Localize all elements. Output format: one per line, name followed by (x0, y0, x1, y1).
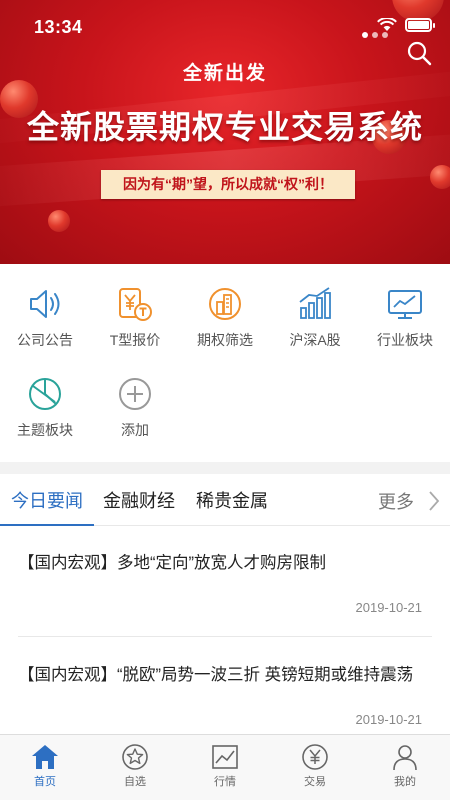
tabbar-market[interactable]: 行情 (180, 743, 270, 789)
tabbar-home[interactable]: 首页 (0, 743, 90, 789)
tabbar-watchlist[interactable]: 自选 (90, 743, 180, 789)
home-icon (32, 745, 58, 769)
quick-menu: 公司公告 T型报价 期权筛选 沪深A股 行业板块 主题板块 添加 (0, 264, 450, 462)
decor-ball (430, 165, 450, 189)
wifi-icon (377, 18, 397, 31)
chart-icon (212, 745, 238, 769)
bar-trend-icon (299, 287, 331, 319)
quick-item-t-quote[interactable]: T型报价 (90, 286, 180, 350)
quick-item-label: 主题板块 (17, 422, 73, 438)
banner-title: 全新股票期权专业交易系统 (26, 109, 423, 145)
carousel-dot (362, 32, 368, 38)
news-tabs: 今日要闻 金融财经 稀贵金属 更多 (0, 474, 450, 526)
buildings-icon (209, 288, 241, 320)
quick-item-label: T型报价 (109, 332, 161, 348)
speaker-icon (30, 290, 60, 318)
news-date: 2019-10-21 (355, 600, 423, 615)
quick-item-industry[interactable]: 行业板块 (360, 286, 450, 350)
user-icon (393, 745, 417, 771)
tab-today-news[interactable]: 今日要闻 (11, 487, 83, 513)
carousel-dot (372, 32, 378, 38)
quick-item-label: 添加 (121, 422, 149, 438)
news-title: 【国内宏观】“脱欧”局势一波三折 英镑短期或维持震荡 (18, 666, 414, 684)
tabbar-trade[interactable]: 交易 (270, 743, 360, 789)
tabbar-label: 行情 (214, 776, 236, 788)
yen-doc-icon (119, 288, 152, 321)
battery-icon (405, 18, 435, 32)
quick-item-themes[interactable]: 主题板块 (0, 376, 90, 440)
monitor-chart-icon (388, 290, 422, 319)
tabbar-profile[interactable]: 我的 (360, 743, 450, 789)
quick-item-announcements[interactable]: 公司公告 (0, 286, 90, 350)
chevron-right-icon[interactable] (428, 490, 440, 512)
quick-item-option-filter[interactable]: 期权筛选 (180, 286, 270, 350)
banner-subtitle: 全新出发 (182, 63, 267, 84)
banner-slogan: 因为有“期”望，所以成就“权”利！ (101, 170, 355, 199)
promo-banner[interactable]: 13:34 全新出发 全新股票期权专业交易系统 因为有“期”望，所以成就“权”利… (0, 0, 450, 264)
status-time: 13:34 (34, 17, 83, 37)
tabbar-label: 我的 (394, 776, 416, 788)
quick-item-label: 公司公告 (17, 332, 73, 348)
pie-icon (29, 378, 61, 410)
decor-ball (48, 210, 70, 232)
quick-item-a-shares[interactable]: 沪深A股 (270, 286, 360, 350)
bottom-tab-bar: 首页 自选 行情 交易 我的 (0, 734, 450, 800)
news-card: 今日要闻 金融财经 稀贵金属 更多 【国内宏观】多地“定向”放宽人才购房限制 2… (0, 474, 450, 734)
quick-item-label: 行业板块 (377, 332, 433, 348)
tabbar-label: 交易 (304, 776, 326, 788)
tabbar-label: 首页 (34, 776, 56, 788)
yen-icon (302, 744, 328, 770)
news-title: 【国内宏观】多地“定向”放宽人才购房限制 (18, 554, 326, 572)
carousel-dot (382, 32, 388, 38)
news-item[interactable]: 【国内宏观】“脱欧”局势一波三折 英镑短期或维持震荡 2019-10-21 (0, 637, 450, 734)
tab-precious-metals[interactable]: 稀贵金属 (196, 487, 268, 513)
status-icons (377, 18, 435, 32)
quick-item-label: 期权筛选 (197, 332, 253, 348)
news-date: 2019-10-21 (355, 712, 423, 727)
more-link[interactable]: 更多 (378, 488, 414, 514)
news-item[interactable]: 【国内宏观】多地“定向”放宽人才购房限制 2019-10-21 (0, 526, 450, 636)
carousel-indicator (362, 32, 388, 38)
star-icon (122, 744, 148, 770)
tabbar-label: 自选 (124, 776, 146, 788)
quick-item-label: 沪深A股 (289, 332, 341, 348)
plus-circle-icon (119, 378, 151, 410)
status-bar: 13:34 (0, 0, 450, 56)
tab-finance[interactable]: 金融财经 (103, 487, 175, 513)
quick-item-add[interactable]: 添加 (90, 376, 180, 440)
